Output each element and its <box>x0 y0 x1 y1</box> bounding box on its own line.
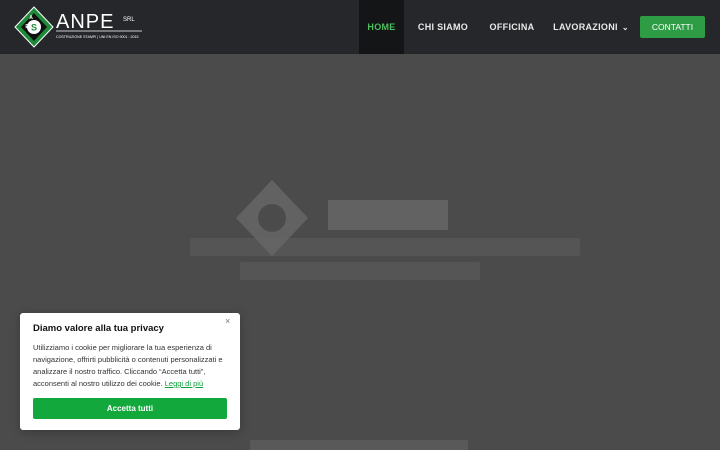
nav-lavorazioni-label: LAVORAZIONI <box>553 22 618 32</box>
cookie-title: Diamo valore alla tua privacy <box>33 323 164 334</box>
cookie-text: Utilizziamo i cookie per migliorare la t… <box>33 342 233 390</box>
logo-diamond-icon: S A E <box>14 6 54 48</box>
chevron-down-icon: ⌄ <box>621 23 629 32</box>
logo-brand-text: ANPE <box>56 11 114 33</box>
logo-suffix-text: SRL <box>123 17 135 23</box>
hero-cta-button <box>250 440 468 450</box>
hero-heading-line <box>190 238 580 256</box>
close-icon[interactable]: × <box>225 316 230 326</box>
anpe-logo[interactable]: S A E ANPE SRL COSTRUZIONE STAMPI | UNI … <box>14 6 144 48</box>
contatti-button[interactable]: CONTATTI <box>640 16 705 38</box>
hero-heading-line <box>240 262 480 280</box>
logo-tagline-text: COSTRUZIONE STAMPI | UNI EN ISO 9001 : 2… <box>56 35 139 39</box>
cookie-banner: Diamo valore alla tua privacy × Utilizzi… <box>20 313 240 430</box>
nav-officina[interactable]: OFFICINA <box>485 0 539 54</box>
cookie-read-more-link[interactable]: Leggi di più <box>165 379 203 388</box>
nav-lavorazioni[interactable]: LAVORAZIONI ⌄ <box>553 0 629 54</box>
nav-home[interactable]: HOME <box>359 0 404 54</box>
navbar: S A E ANPE SRL COSTRUZIONE STAMPI | UNI … <box>0 0 720 54</box>
accept-all-button[interactable]: Accetta tutti <box>33 398 227 419</box>
svg-text:A: A <box>29 15 33 21</box>
svg-text:S: S <box>31 23 37 33</box>
nav-chi-siamo[interactable]: CHI SIAMO <box>414 0 472 54</box>
